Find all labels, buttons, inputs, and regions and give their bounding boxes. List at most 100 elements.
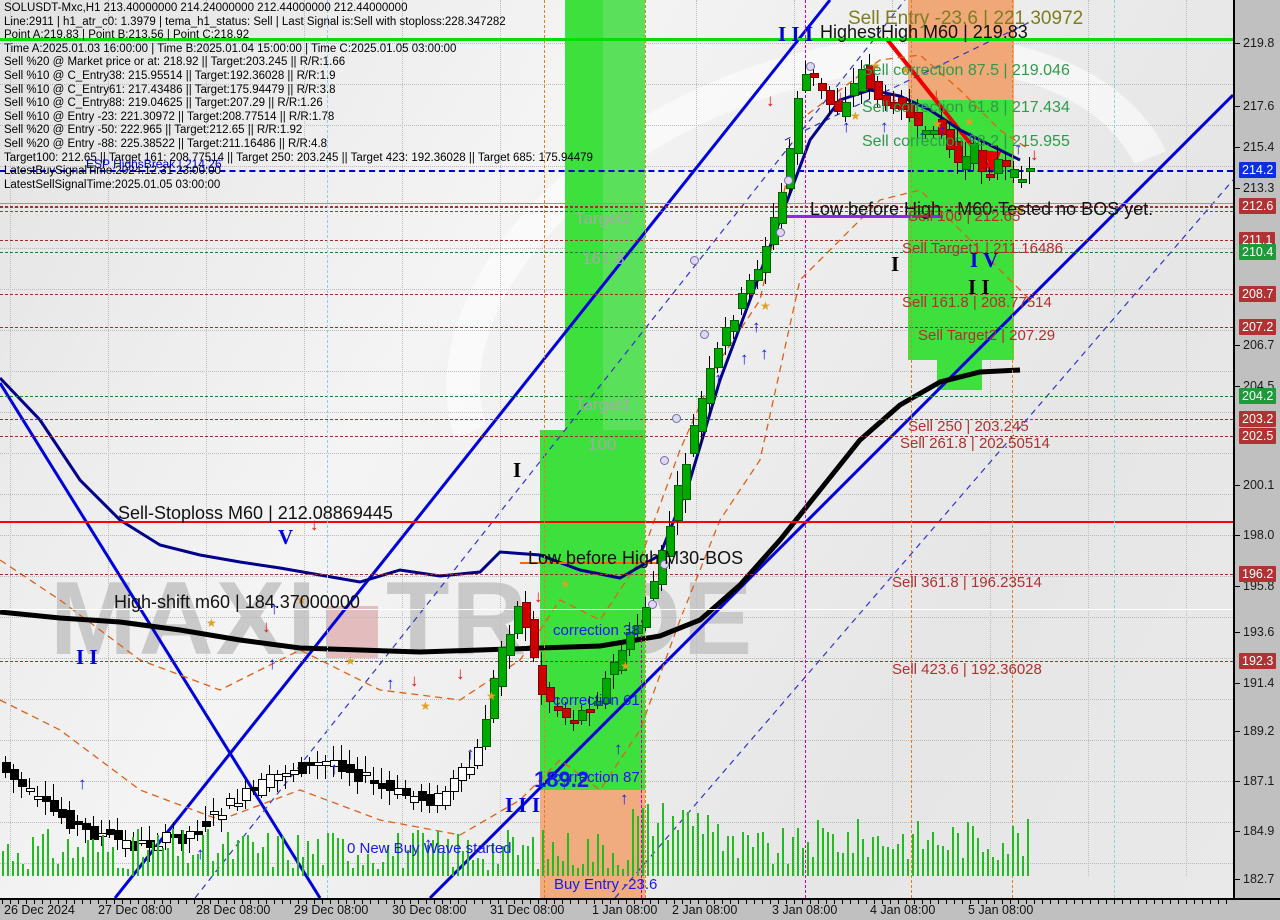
candle xyxy=(194,820,203,842)
volume-bar xyxy=(832,834,834,876)
time-tick xyxy=(554,900,555,904)
candle xyxy=(274,769,283,793)
volume-bar xyxy=(22,863,24,876)
time-tick xyxy=(170,900,171,904)
price-tag: 214.2 xyxy=(1239,162,1277,178)
time-tick xyxy=(1098,900,1099,904)
volume-bar xyxy=(947,850,949,876)
volume-bar xyxy=(172,829,174,876)
volume-bar xyxy=(267,832,269,876)
volume-bar xyxy=(602,844,604,876)
time-tick xyxy=(370,900,371,904)
candle xyxy=(386,770,395,805)
volume-bar xyxy=(747,834,749,876)
volume-bar xyxy=(337,838,339,876)
candle-body xyxy=(586,709,595,714)
volume-bar xyxy=(207,828,209,876)
volume-bar xyxy=(587,839,589,876)
candle-body xyxy=(218,814,227,820)
volume-bar xyxy=(327,833,329,876)
info-line-3: Time A:2025.01.03 16:00:00 | Time B:2025… xyxy=(4,42,457,55)
wave-marker-3: I I xyxy=(968,275,990,299)
candle-body xyxy=(778,192,787,224)
wave-marker-5: V xyxy=(278,525,294,549)
candle xyxy=(282,765,291,790)
time-tick xyxy=(962,900,963,904)
candle-wick xyxy=(365,756,366,783)
volume-bar xyxy=(872,836,874,876)
time-tick xyxy=(466,900,467,904)
volume-bar xyxy=(892,848,894,876)
time-tick xyxy=(1074,900,1075,904)
time-tick xyxy=(810,900,811,904)
volume-bar xyxy=(137,828,139,876)
candle xyxy=(2,756,11,778)
time-tick xyxy=(586,900,587,904)
candle xyxy=(610,653,619,689)
candle xyxy=(810,69,819,86)
candle-wick xyxy=(205,805,206,833)
volume-bar xyxy=(647,804,649,876)
star-marker-icon: ★ xyxy=(345,654,356,668)
price-tag: 204.2 xyxy=(1239,388,1277,404)
time-tick xyxy=(178,900,179,904)
time-tick xyxy=(1002,900,1003,904)
pivot-dot-icon xyxy=(784,176,793,185)
volume-bar xyxy=(967,821,969,876)
time-tick xyxy=(650,900,651,904)
candle-wick xyxy=(189,826,190,854)
annotation-fib-1892: 189.2 xyxy=(534,767,590,792)
volume-bar xyxy=(837,851,839,876)
volume-bar xyxy=(577,868,579,876)
price-tick xyxy=(1235,683,1240,684)
buy-arrow-icon: ↑ xyxy=(740,349,749,368)
volume-bar xyxy=(717,824,719,876)
price-tick-label: 182.7 xyxy=(1243,872,1275,886)
volume-bar xyxy=(152,842,154,876)
time-tick xyxy=(386,900,387,904)
candle xyxy=(122,830,131,857)
chart-plot-area[interactable]: MAXITRADE xyxy=(0,0,1233,898)
time-tick xyxy=(90,900,91,904)
info-line-1: Line:2911 | h1_atr_c0: 1.3979 | tema_h1_… xyxy=(4,15,506,28)
annotation-sell-250: Sell 250 | 203.245 xyxy=(908,418,1029,435)
candle xyxy=(418,783,427,813)
candle xyxy=(346,750,355,787)
time-tick xyxy=(74,900,75,904)
time-tick xyxy=(482,900,483,904)
volume-bar xyxy=(382,861,384,876)
time-tick xyxy=(1138,900,1139,904)
price-tick xyxy=(1235,831,1240,832)
volume-bar xyxy=(92,838,94,876)
volume-bar xyxy=(742,832,744,876)
time-tick xyxy=(154,900,155,904)
volume-bar xyxy=(372,862,374,876)
star-marker-icon: ★ xyxy=(964,115,975,129)
candle-wick xyxy=(29,778,30,796)
volume-bar xyxy=(477,857,479,876)
candle xyxy=(250,780,259,795)
volume-bar xyxy=(357,855,359,876)
candle-wick xyxy=(325,755,326,779)
time-axis[interactable]: 26 Dec 2024 27 Dec 08:00 28 Dec 08:00 29 De… xyxy=(0,898,1280,920)
time-tick xyxy=(330,900,331,904)
volume-bar xyxy=(297,835,299,876)
candle xyxy=(706,356,715,414)
time-tick xyxy=(594,900,595,904)
time-tick xyxy=(682,900,683,904)
volume-bar xyxy=(17,853,19,876)
time-tick xyxy=(106,900,107,904)
price-axis[interactable]: 219.8 217.6 215.4 213.3 206.7 204.5 200.1 198.0… xyxy=(1233,0,1280,898)
candle xyxy=(242,780,251,809)
volume-bar xyxy=(617,864,619,876)
volume-bar xyxy=(547,858,549,876)
volume-bar xyxy=(37,846,39,876)
volume-bar xyxy=(597,834,599,876)
time-tick xyxy=(954,900,955,904)
volume-bar xyxy=(812,856,814,876)
volume-bar xyxy=(677,830,679,876)
volume-bar xyxy=(302,856,304,876)
candle xyxy=(114,817,123,851)
volume-bar xyxy=(487,869,489,876)
time-tick xyxy=(146,900,147,904)
